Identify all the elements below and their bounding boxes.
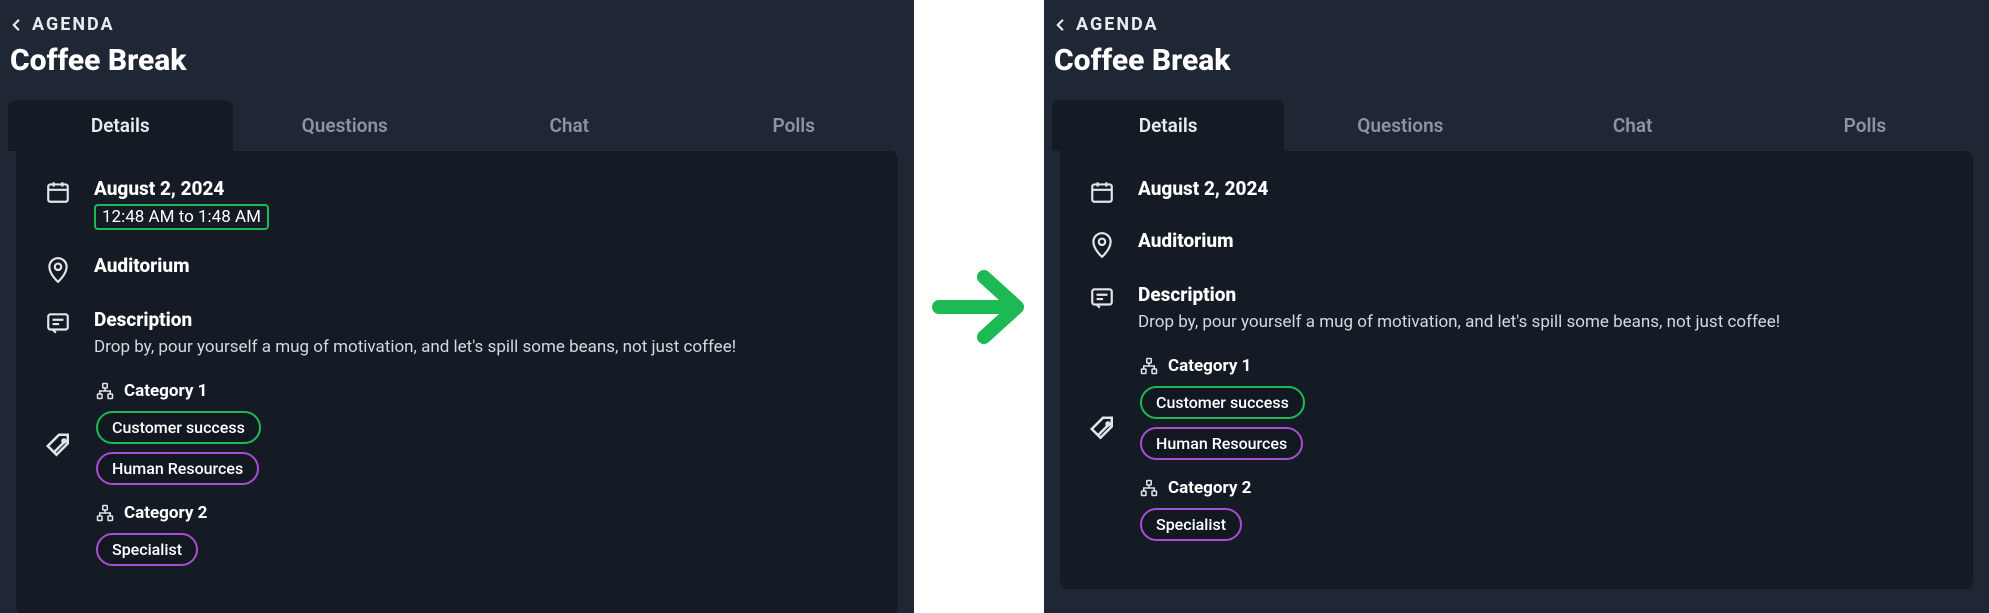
location-row: Auditorium: [44, 254, 870, 284]
tab-details[interactable]: Details: [8, 100, 233, 151]
header: AGENDA Coffee Break: [0, 0, 914, 90]
chevron-left-icon: [1054, 19, 1066, 31]
location-pin-icon: [1088, 231, 1116, 259]
location-pin-icon: [44, 256, 72, 284]
back-to-agenda[interactable]: AGENDA: [1054, 14, 1159, 35]
category-2-label: Category 2: [124, 503, 207, 523]
tab-questions[interactable]: Questions: [1284, 100, 1516, 151]
hierarchy-icon: [1140, 357, 1158, 375]
pill-human-resources[interactable]: Human Resources: [96, 452, 259, 485]
categories-block: Category 1 Customer success Human Resour…: [44, 381, 870, 584]
calendar-icon: [44, 179, 72, 205]
back-label: AGENDA: [1076, 14, 1159, 35]
description-icon: [1088, 285, 1116, 311]
calendar-icon: [1088, 179, 1116, 205]
details-content: August 2, 2024 Auditorium: [1060, 151, 1973, 589]
page-title: Coffee Break: [10, 43, 904, 78]
description-label: Description: [94, 308, 870, 331]
pill-customer-success[interactable]: Customer success: [1140, 386, 1305, 419]
description-text: Drop by, pour yourself a mug of motivati…: [1138, 312, 1945, 332]
category-2-group: Category 2 Specialist: [1140, 478, 1945, 541]
page-title: Coffee Break: [1054, 43, 1979, 78]
arrow-right-icon: [929, 257, 1029, 357]
tag-icon: [44, 431, 74, 461]
category-2-group: Category 2 Specialist: [96, 503, 870, 566]
description-row: Description Drop by, pour yourself a mug…: [1088, 283, 1945, 332]
date-row: August 2, 2024 12:48 AM to 1:48 AM: [44, 177, 870, 230]
pill-human-resources[interactable]: Human Resources: [1140, 427, 1303, 460]
description-text: Drop by, pour yourself a mug of motivati…: [94, 337, 870, 357]
categories-block: Category 1 Customer success Human Resour…: [1088, 356, 1945, 559]
panel-after: AGENDA Coffee Break Details Questions Ch…: [1044, 0, 1989, 613]
description-row: Description Drop by, pour yourself a mug…: [44, 308, 870, 357]
panel-before: AGENDA Coffee Break Details Questions Ch…: [0, 0, 914, 613]
description-icon: [44, 310, 72, 336]
tab-polls[interactable]: Polls: [1749, 100, 1981, 151]
tab-details[interactable]: Details: [1052, 100, 1284, 151]
tab-chat[interactable]: Chat: [457, 100, 682, 151]
date-row: August 2, 2024: [1088, 177, 1945, 205]
back-to-agenda[interactable]: AGENDA: [10, 14, 115, 35]
category-1-label: Category 1: [124, 381, 207, 401]
pill-specialist[interactable]: Specialist: [1140, 508, 1242, 541]
location-value: Auditorium: [1138, 229, 1945, 252]
category-2-label: Category 2: [1168, 478, 1251, 498]
tab-chat[interactable]: Chat: [1517, 100, 1749, 151]
hierarchy-icon: [1140, 479, 1158, 497]
tabs: Details Questions Chat Polls: [1052, 100, 1981, 151]
date-value: August 2, 2024: [94, 177, 870, 200]
transition-gap: [914, 0, 1044, 613]
category-1-group: Category 1 Customer success Human Resour…: [96, 381, 870, 485]
header: AGENDA Coffee Break: [1044, 0, 1989, 90]
tabs: Details Questions Chat Polls: [8, 100, 906, 151]
tag-icon: [1088, 414, 1118, 444]
description-label: Description: [1138, 283, 1945, 306]
location-row: Auditorium: [1088, 229, 1945, 259]
time-range-highlighted: 12:48 AM to 1:48 AM: [94, 204, 269, 230]
pill-customer-success[interactable]: Customer success: [96, 411, 261, 444]
date-value: August 2, 2024: [1138, 177, 1945, 200]
pill-specialist[interactable]: Specialist: [96, 533, 198, 566]
category-1-group: Category 1 Customer success Human Resour…: [1140, 356, 1945, 460]
chevron-left-icon: [10, 19, 22, 31]
category-1-label: Category 1: [1168, 356, 1251, 376]
tab-questions[interactable]: Questions: [233, 100, 458, 151]
details-content: August 2, 2024 12:48 AM to 1:48 AM Audit…: [16, 151, 898, 613]
tab-polls[interactable]: Polls: [682, 100, 907, 151]
location-value: Auditorium: [94, 254, 870, 277]
hierarchy-icon: [96, 504, 114, 522]
back-label: AGENDA: [32, 14, 115, 35]
hierarchy-icon: [96, 382, 114, 400]
